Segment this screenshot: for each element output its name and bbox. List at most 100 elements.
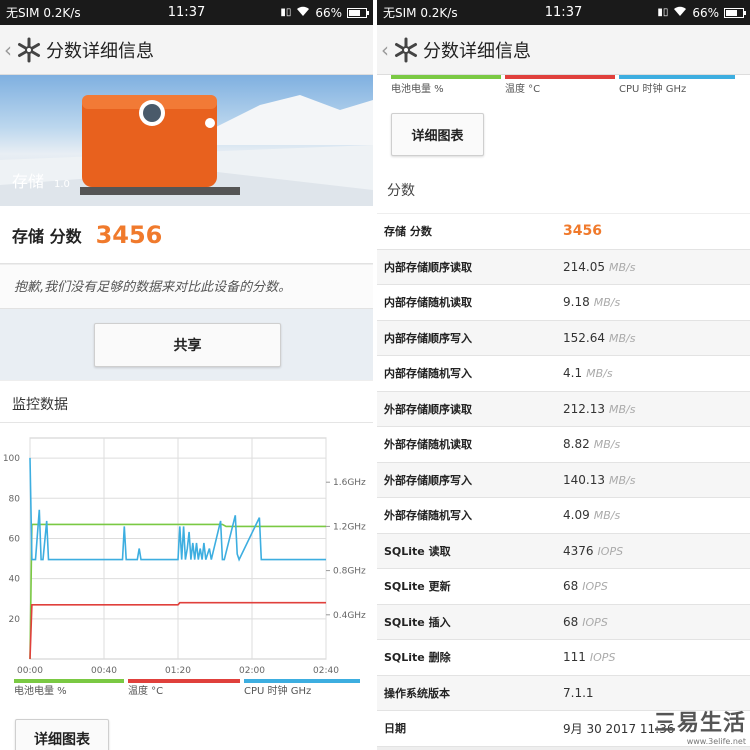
watermark-sub: www.3elife.net <box>686 737 746 746</box>
detail-chart-button-left[interactable]: 详细图表 <box>15 719 109 750</box>
result-key: SQLite 更新 <box>384 580 451 594</box>
result-value: 9.18 MB/s <box>563 295 620 309</box>
result-value: 8.82 MB/s <box>563 437 620 451</box>
result-key: 内部存储随机写入 <box>384 367 472 381</box>
battery-icon <box>724 7 746 18</box>
legend-label: 电池电量 % <box>14 684 67 697</box>
back-chevron-icon[interactable]: ‹ <box>381 38 393 62</box>
legend-swatch <box>244 679 360 683</box>
detail-chart-button[interactable]: 详细图表 <box>391 113 484 156</box>
share-button[interactable]: 共享 <box>94 323 281 367</box>
result-value: 7.1.1 <box>563 686 594 700</box>
status-bar-right: 无SIM 0.2K/s 11:37 ▮▯ 66% <box>377 0 750 25</box>
result-key: 日期 <box>384 722 406 736</box>
right-screen: 无SIM 0.2K/s 11:37 ▮▯ 66% ‹ 分数详细信息 电池电量 %… <box>377 0 750 750</box>
y-tick-left: 40 <box>9 575 21 585</box>
legend-label-temp-r: 温度 °C <box>505 84 541 95</box>
scrolled-chart-footer: 电池电量 % 温度 °C CPU 时钟 GHz 详细图表 <box>377 75 750 213</box>
hero-version: 1.0 <box>54 179 70 190</box>
x-tick: 02:00 <box>239 666 265 676</box>
legend-swatch-cpu-r <box>619 75 735 79</box>
result-value: 4.09 MB/s <box>563 508 620 522</box>
result-number: 4.1 <box>563 366 583 381</box>
result-value: 3456 <box>563 223 602 239</box>
result-key: 内部存储顺序读取 <box>384 260 472 274</box>
result-unit: MB/s <box>593 438 621 452</box>
result-number: 8.82 <box>563 437 590 452</box>
legend-swatch <box>128 679 240 683</box>
table-row: 内部存储随机读取 9.18 MB/s <box>377 285 750 321</box>
status-bar: 无SIM 0.2K/s 11:37 ▮▯ 66% <box>0 0 373 25</box>
result-value: 68 IOPS <box>563 615 608 629</box>
result-unit: IOPS <box>597 544 624 558</box>
x-tick: 02:40 <box>313 666 339 676</box>
snowflake-icon <box>18 37 40 62</box>
back-chevron-icon[interactable]: ‹ <box>4 38 16 62</box>
result-number: 4.09 <box>563 508 590 523</box>
y-tick-left: 20 <box>9 615 21 625</box>
result-value: 68 IOPS <box>563 579 608 593</box>
result-key: 外部存储顺序读取 <box>384 402 472 416</box>
monitor-chart: 100 80 60 40 20 00:00 00:40 01:20 02:00 02:40 1.6G… <box>0 423 373 750</box>
x-tick: 00:00 <box>17 666 43 676</box>
battery-percent-right: 66% <box>692 5 719 20</box>
y-tick-right: 1.6GHz <box>333 478 366 488</box>
hero-label: 存储 <box>12 172 45 191</box>
result-unit: IOPS <box>582 615 608 629</box>
snowflake-icon <box>395 37 417 62</box>
y-tick-left: 60 <box>9 534 21 544</box>
table-row: 外部存储随机读取 8.82 MB/s <box>377 427 750 463</box>
result-number: 7.1.1 <box>563 685 594 700</box>
insufficient-data-notice: 抱歉,我们没有足够的数据来对比此设备的分数。 <box>0 265 373 309</box>
monitor-chart-svg: 100 80 60 40 20 00:00 00:40 01:20 02:00 02:40 1.6G… <box>3 437 366 697</box>
result-key: SQLite 插入 <box>384 615 451 629</box>
y-tick-left: 100 <box>3 454 20 464</box>
x-tick: 00:40 <box>91 666 117 676</box>
result-unit: MB/s <box>593 296 621 310</box>
result-number: 214.05 <box>563 259 605 274</box>
result-unit: MB/s <box>593 509 621 523</box>
table-row: 外部存储顺序写入 140.13 MB/s <box>377 462 750 498</box>
result-unit: MB/s <box>609 260 636 274</box>
monitor-section-title: 监控数据 <box>0 381 373 423</box>
table-row: SQLite 删除 111 IOPS <box>377 640 750 676</box>
result-number: 212.13 <box>563 401 605 416</box>
table-row: 内部存储顺序写入 152.64 MB/s <box>377 320 750 356</box>
result-key: 内部存储随机读取 <box>384 296 472 310</box>
score-card: 存储 分数 3456 <box>0 206 373 264</box>
table-row: 外部存储顺序读取 212.13 MB/s <box>377 391 750 427</box>
y-tick-right: 1.2GHz <box>333 522 366 532</box>
result-number: 111 <box>563 650 586 665</box>
table-row: 内部存储顺序读取 214.05 MB/s <box>377 249 750 285</box>
result-key: 内部存储顺序写入 <box>384 331 472 345</box>
battery-icon <box>347 7 369 18</box>
result-unit: MB/s <box>586 367 613 381</box>
legend-label-cpu-r: CPU 时钟 GHz <box>619 84 687 95</box>
page-title: 分数详细信息 <box>46 40 154 62</box>
y-tick-right: 0.4GHz <box>333 611 366 621</box>
result-value: 140.13 MB/s <box>563 473 635 487</box>
result-unit: IOPS <box>589 651 616 665</box>
legend-swatch-temp-r <box>505 75 615 79</box>
table-row: SQLite 读取 4376 IOPS <box>377 533 750 569</box>
result-key: 操作系统版本 <box>384 686 450 700</box>
result-number: 3456 <box>563 223 602 240</box>
table-row: 内部存储随机写入 4.1 MB/s <box>377 356 750 392</box>
result-value: 111 IOPS <box>563 650 615 664</box>
result-number: 9.18 <box>563 295 590 310</box>
result-unit: IOPS <box>582 580 608 594</box>
legend-label: CPU 时钟 GHz <box>244 684 311 697</box>
table-row: 外部存储随机写入 4.09 MB/s <box>377 498 750 534</box>
result-key: 外部存储随机写入 <box>384 509 472 523</box>
result-unit: MB/s <box>609 473 636 487</box>
table-row: 存储 分数 3456 <box>377 214 750 250</box>
result-value: 4.1 MB/s <box>563 366 613 380</box>
result-value: 152.64 MB/s <box>563 331 635 345</box>
legend-label-battery-r: 电池电量 % <box>391 84 444 95</box>
page-title-right: 分数详细信息 <box>423 40 531 62</box>
result-key: 存储 分数 <box>384 225 432 239</box>
result-value: 214.05 MB/s <box>563 260 635 274</box>
share-section: 共享 <box>0 309 373 380</box>
result-number: 68 <box>563 579 579 594</box>
title-bar-right: ‹ 分数详细信息 <box>377 25 750 75</box>
